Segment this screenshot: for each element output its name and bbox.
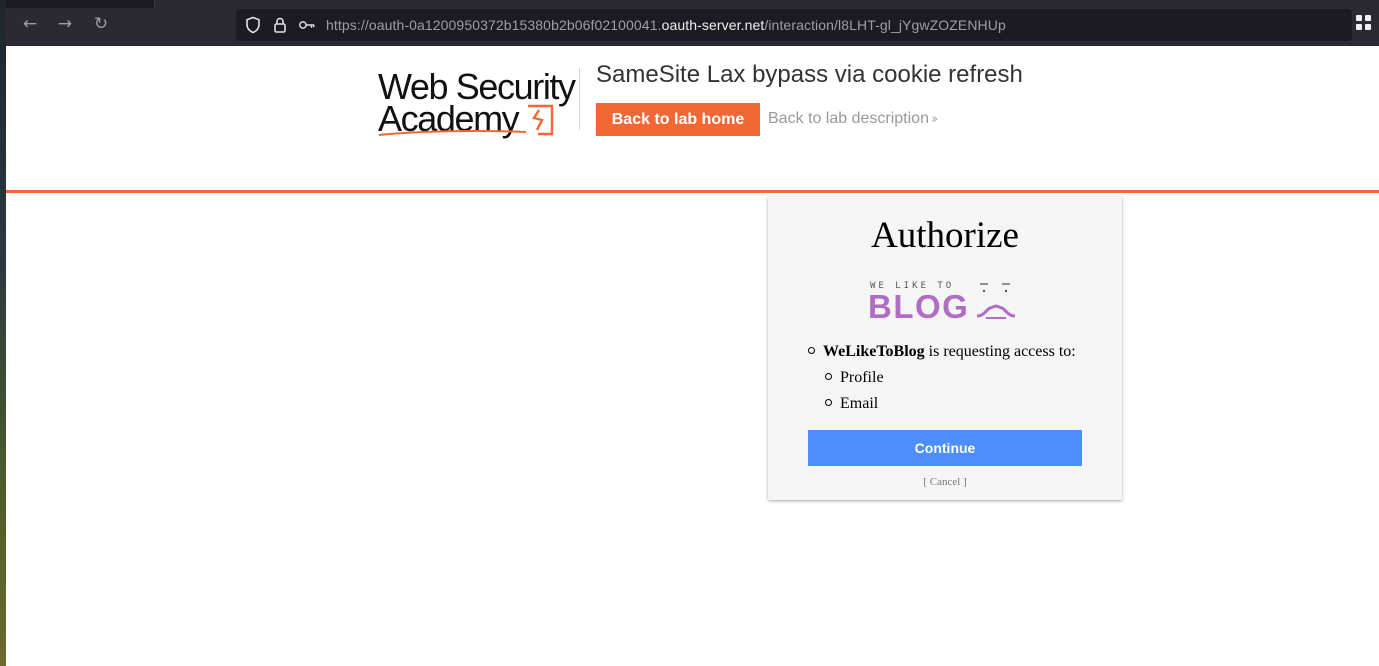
lock-icon[interactable] [271,16,289,34]
authorize-card: Authorize WE LIKE TO BLOG WeLikeToBlog i… [768,197,1122,500]
key-icon[interactable] [298,16,316,34]
academy-mark-icon [528,104,554,136]
url-text[interactable]: https://oauth-0a1200950372b15380b2b06f02… [326,17,1006,33]
lab-title: SameSite Lax bypass via cookie refresh [596,61,1023,88]
back-to-lab-description-link[interactable]: Back to lab description ›› [768,110,939,128]
scope-item: Email [808,394,1076,420]
header-divider [579,68,580,130]
logo-big-text: BLOG [868,288,970,325]
client-name: WeLikeToBlog [823,343,925,360]
grid-icon[interactable] [1356,15,1372,31]
blog-face-icon [976,283,1016,319]
bullet-icon [808,347,815,354]
reload-icon[interactable]: ↻ [90,13,112,35]
cancel-link[interactable]: [ Cancel ] [768,476,1122,488]
continue-button[interactable]: Continue [808,430,1082,466]
shield-icon[interactable] [244,16,262,34]
access-request-list: WeLikeToBlog is requesting access to: Pr… [808,342,1076,420]
header-rule [6,190,1379,193]
back-to-lab-home-button[interactable]: Back to lab home [596,103,760,136]
scope-email: Email [840,395,879,412]
back-to-lab-description-label: Back to lab description [768,110,929,127]
url-host: oauth-server.net [661,17,765,33]
active-tab[interactable] [154,0,1379,8]
bullet-icon [825,373,832,380]
scope-profile: Profile [840,369,884,386]
browser-toolbar: ← → ↻ https://oauth-0a1200950372b15380b2… [6,0,1379,46]
request-text: is requesting access to: [924,343,1076,360]
request-item: WeLikeToBlog is requesting access to: [808,342,1076,368]
page-content: Web Security Academy SameSite Lax bypass… [6,46,1379,666]
double-chevron-right-icon: ›› [930,112,939,127]
address-bar[interactable]: https://oauth-0a1200950372b15380b2b06f02… [236,9,1352,41]
url-prefix: https://oauth-0a1200950372b15380b2b06f02… [326,17,662,33]
forward-icon[interactable]: → [54,13,76,35]
scope-item: Profile [808,368,1076,394]
web-security-academy-logo[interactable]: Web Security Academy [378,66,578,139]
back-icon[interactable]: ← [19,13,41,35]
we-like-to-blog-logo: WE LIKE TO BLOG [866,278,1026,326]
authorize-heading: Authorize [871,215,1019,256]
url-path: /interaction/l8LHT-gl_jYgwZOZENHUp [764,17,1006,33]
logo-underline-icon [378,130,527,136]
bullet-icon [825,399,832,406]
tab-strip [6,0,1379,8]
